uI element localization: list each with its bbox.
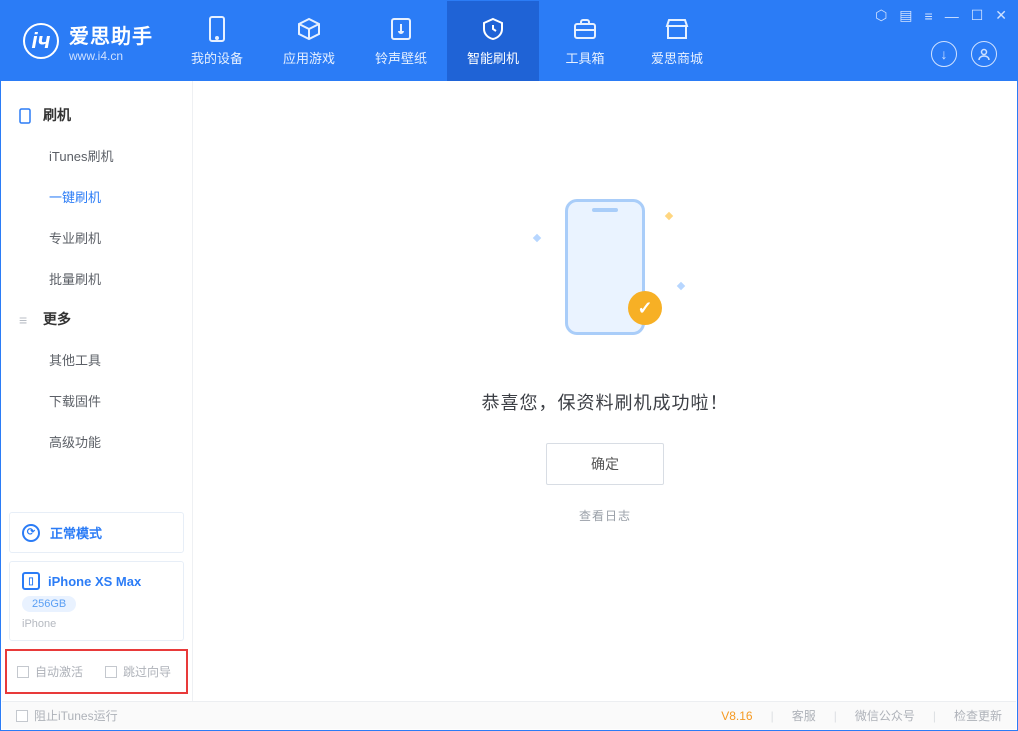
success-message: 恭喜您，保资料刷机成功啦！ bbox=[482, 389, 729, 415]
refresh-icon: ⟳ bbox=[22, 524, 40, 542]
nav-tabs: 我的设备 应用游戏 铃声壁纸 智能刷机 工具箱 爱思商城 bbox=[171, 1, 723, 81]
mode-label: 正常模式 bbox=[50, 523, 102, 542]
customer-service-link[interactable]: 客服 bbox=[792, 707, 816, 724]
tab-label: 智能刷机 bbox=[467, 48, 519, 67]
cube-icon bbox=[296, 16, 322, 42]
logo-icon: iч bbox=[23, 23, 59, 59]
toolbox-icon bbox=[572, 16, 598, 42]
group-title: 更多 bbox=[43, 309, 71, 329]
mode-card[interactable]: ⟳ 正常模式 bbox=[9, 512, 184, 553]
sidebar-item-download-firmware[interactable]: 下载固件 bbox=[1, 380, 192, 421]
minimize-button[interactable]: — bbox=[945, 8, 959, 24]
header-right-icons: ↓ bbox=[931, 41, 997, 67]
version-label: V8.16 bbox=[721, 709, 752, 723]
app-url: www.i4.cn bbox=[69, 49, 153, 63]
list-icon[interactable]: ≡ bbox=[925, 8, 933, 24]
checkbox-block-itunes[interactable]: 阻止iTunes运行 bbox=[16, 707, 118, 724]
list-icon: ≡ bbox=[19, 312, 33, 326]
sidebar-group-flash: 刷机 bbox=[1, 95, 192, 135]
shield-icon bbox=[480, 16, 506, 42]
ok-button[interactable]: 确定 bbox=[546, 443, 664, 485]
tab-smart-flash[interactable]: 智能刷机 bbox=[447, 1, 539, 81]
maximize-button[interactable]: ☐ bbox=[971, 7, 984, 24]
sidebar-item-other-tools[interactable]: 其他工具 bbox=[1, 339, 192, 380]
window-controls: ⬡ ▤ ≡ — ☐ ✕ bbox=[875, 7, 1007, 24]
checkbox-auto-activate[interactable]: 自动激活 bbox=[17, 663, 83, 680]
sidebar-group-more: ≡ 更多 bbox=[1, 299, 192, 339]
sidebar-item-oneclick-flash[interactable]: 一键刷机 bbox=[1, 176, 192, 217]
menu-icon[interactable]: ▤ bbox=[899, 7, 912, 24]
highlighted-options: 自动激活 跳过向导 bbox=[5, 649, 188, 694]
view-log-link[interactable]: 查看日志 bbox=[579, 507, 631, 524]
device-type: iPhone bbox=[22, 618, 56, 630]
tab-my-device[interactable]: 我的设备 bbox=[171, 1, 263, 81]
sidebar-item-batch-flash[interactable]: 批量刷机 bbox=[1, 258, 192, 299]
sidebar: 刷机 iTunes刷机 一键刷机 专业刷机 批量刷机 ≡ 更多 其他工具 下载固… bbox=[1, 81, 193, 702]
sidebar-item-advanced[interactable]: 高级功能 bbox=[1, 421, 192, 462]
sidebar-item-itunes-flash[interactable]: iTunes刷机 bbox=[1, 135, 192, 176]
tab-apps-games[interactable]: 应用游戏 bbox=[263, 1, 355, 81]
tab-label: 应用游戏 bbox=[283, 48, 335, 67]
store-icon bbox=[664, 16, 690, 42]
capacity-badge: 256GB bbox=[22, 596, 76, 612]
tab-label: 工具箱 bbox=[565, 48, 604, 67]
tab-ringtones[interactable]: 铃声壁纸 bbox=[355, 1, 447, 81]
checkbox-icon bbox=[17, 666, 29, 678]
download-icon[interactable]: ↓ bbox=[931, 41, 957, 67]
app-header: iч 爱思助手 www.i4.cn 我的设备 应用游戏 铃声壁纸 智能刷机 工具… bbox=[1, 1, 1017, 81]
tab-store[interactable]: 爱思商城 bbox=[631, 1, 723, 81]
status-bar: 阻止iTunes运行 V8.16 | 客服 | 微信公众号 | 检查更新 bbox=[2, 701, 1016, 729]
device-name: iPhone XS Max bbox=[48, 574, 141, 589]
sidebar-item-pro-flash[interactable]: 专业刷机 bbox=[1, 217, 192, 258]
tab-label: 爱思商城 bbox=[651, 48, 703, 67]
app-name: 爱思助手 bbox=[69, 20, 153, 49]
tab-label: 我的设备 bbox=[191, 48, 243, 67]
close-button[interactable]: ✕ bbox=[995, 7, 1007, 24]
tab-toolbox[interactable]: 工具箱 bbox=[539, 1, 631, 81]
checkbox-skip-guide[interactable]: 跳过向导 bbox=[105, 663, 171, 680]
device-icon bbox=[204, 16, 230, 42]
main-content: ✓ 恭喜您，保资料刷机成功啦！ 确定 查看日志 bbox=[193, 81, 1017, 702]
check-update-link[interactable]: 检查更新 bbox=[954, 707, 1002, 724]
checkbox-icon bbox=[105, 666, 117, 678]
checkmark-badge-icon: ✓ bbox=[628, 291, 662, 325]
user-icon[interactable] bbox=[971, 41, 997, 67]
phone-icon bbox=[19, 108, 33, 122]
device-card[interactable]: ▯ iPhone XS Max 256GB iPhone bbox=[9, 561, 184, 641]
checkbox-icon bbox=[16, 710, 28, 722]
phone-icon: ▯ bbox=[22, 572, 40, 590]
success-illustration: ✓ bbox=[540, 199, 670, 359]
logo: iч 爱思助手 www.i4.cn bbox=[1, 1, 171, 81]
group-title: 刷机 bbox=[43, 105, 71, 125]
shirt-icon[interactable]: ⬡ bbox=[875, 7, 887, 24]
tab-label: 铃声壁纸 bbox=[375, 48, 427, 67]
wechat-link[interactable]: 微信公众号 bbox=[855, 707, 915, 724]
music-icon bbox=[388, 16, 414, 42]
logo-text: 爱思助手 www.i4.cn bbox=[69, 20, 153, 63]
